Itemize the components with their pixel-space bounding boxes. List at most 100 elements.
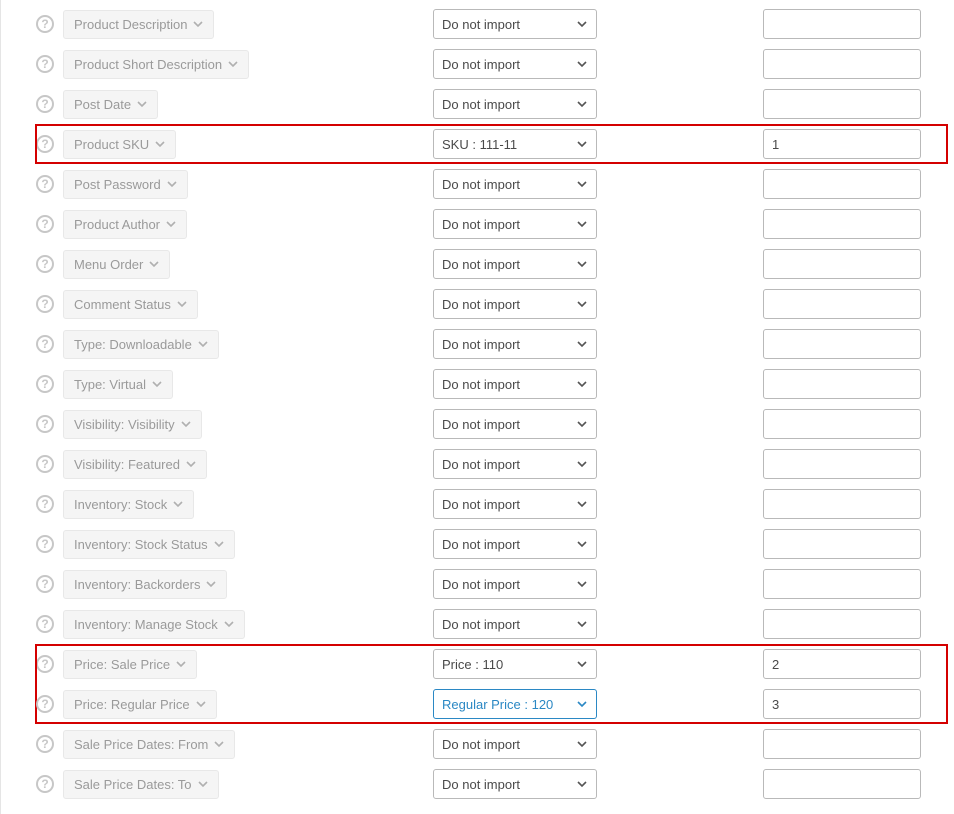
help-icon[interactable]: ? — [36, 655, 54, 673]
help-icon[interactable]: ? — [36, 695, 54, 713]
help-icon[interactable]: ? — [36, 375, 54, 393]
help-icon[interactable]: ? — [36, 335, 54, 353]
field-label-toggle[interactable]: Visibility: Visibility — [63, 410, 202, 439]
field-label-toggle[interactable]: Visibility: Featured — [63, 450, 207, 479]
mapping-select[interactable]: Do not import — [433, 49, 597, 79]
help-icon[interactable]: ? — [36, 495, 54, 513]
field-label-toggle[interactable]: Inventory: Stock Status — [63, 530, 235, 559]
mapping-value-input[interactable] — [763, 529, 921, 559]
mapping-row: ? Visibility: Visibility Do not import — [27, 404, 944, 444]
field-label-toggle[interactable]: Comment Status — [63, 290, 198, 319]
input-col — [763, 609, 921, 639]
field-label-toggle[interactable]: Post Date — [63, 90, 158, 119]
mapping-select-value: Regular Price : 120 — [442, 697, 553, 712]
help-icon[interactable]: ? — [36, 95, 54, 113]
mapping-select[interactable]: Do not import — [433, 489, 597, 519]
mapping-select[interactable]: Do not import — [433, 89, 597, 119]
help-icon[interactable]: ? — [36, 735, 54, 753]
mapping-select[interactable]: Price : 110 — [433, 649, 597, 679]
mapping-value-input[interactable] — [763, 89, 921, 119]
mapping-value-input[interactable] — [763, 129, 921, 159]
field-label-toggle[interactable]: Product Author — [63, 210, 187, 239]
mapping-select[interactable]: Do not import — [433, 369, 597, 399]
field-label-toggle[interactable]: Inventory: Stock — [63, 490, 194, 519]
field-label-toggle[interactable]: Menu Order — [63, 250, 170, 279]
field-label-toggle[interactable]: Price: Regular Price — [63, 690, 217, 719]
mapping-select[interactable]: SKU : 111-11 — [433, 129, 597, 159]
mapping-select[interactable]: Do not import — [433, 529, 597, 559]
field-label-toggle[interactable]: Type: Downloadable — [63, 330, 219, 359]
mapping-select[interactable]: Do not import — [433, 209, 597, 239]
mapping-value-input[interactable] — [763, 329, 921, 359]
mapping-value-input[interactable] — [763, 569, 921, 599]
mapping-value-input[interactable] — [763, 649, 921, 679]
mapping-select[interactable]: Do not import — [433, 409, 597, 439]
mapping-value-input[interactable] — [763, 609, 921, 639]
mapping-value-input[interactable] — [763, 249, 921, 279]
help-icon[interactable]: ? — [36, 15, 54, 33]
chevron-down-icon — [576, 298, 588, 310]
help-col: ? — [27, 455, 63, 473]
field-label-toggle[interactable]: Type: Virtual — [63, 370, 173, 399]
mapping-row: ? Inventory: Stock Status Do not import — [27, 524, 944, 564]
field-label-text: Product SKU — [74, 137, 149, 152]
field-label-toggle[interactable]: Inventory: Backorders — [63, 570, 227, 599]
mapping-select[interactable]: Do not import — [433, 449, 597, 479]
label-col: Inventory: Stock Status — [63, 530, 433, 559]
field-label-text: Type: Downloadable — [74, 337, 192, 352]
mapping-value-input[interactable] — [763, 9, 921, 39]
field-label-toggle[interactable]: Product SKU — [63, 130, 176, 159]
input-col — [763, 729, 921, 759]
mapping-value-input[interactable] — [763, 689, 921, 719]
mapping-select[interactable]: Do not import — [433, 569, 597, 599]
help-icon[interactable]: ? — [36, 535, 54, 553]
mapping-value-input[interactable] — [763, 729, 921, 759]
help-icon[interactable]: ? — [36, 575, 54, 593]
field-label-toggle[interactable]: Post Password — [63, 170, 188, 199]
select-col: Price : 110 — [433, 649, 763, 679]
help-icon[interactable]: ? — [36, 775, 54, 793]
help-icon[interactable]: ? — [36, 615, 54, 633]
mapping-value-input[interactable] — [763, 409, 921, 439]
mapping-select[interactable]: Do not import — [433, 169, 597, 199]
input-col — [763, 689, 921, 719]
field-label-toggle[interactable]: Inventory: Manage Stock — [63, 610, 245, 639]
field-label-toggle[interactable]: Sale Price Dates: From — [63, 730, 235, 759]
field-label-toggle[interactable]: Sale Price Dates: To — [63, 770, 219, 799]
mapping-row: ? Comment Status Do not import — [27, 284, 944, 324]
mapping-value-input[interactable] — [763, 369, 921, 399]
label-col: Product Short Description — [63, 50, 433, 79]
help-icon[interactable]: ? — [36, 55, 54, 73]
input-col — [763, 329, 921, 359]
mapping-value-input[interactable] — [763, 169, 921, 199]
help-icon[interactable]: ? — [36, 415, 54, 433]
field-label-toggle[interactable]: Product Short Description — [63, 50, 249, 79]
mapping-value-input[interactable] — [763, 209, 921, 239]
mapping-value-input[interactable] — [763, 489, 921, 519]
mapping-select[interactable]: Regular Price : 120 — [433, 689, 597, 719]
select-col: Do not import — [433, 769, 763, 799]
mapping-select[interactable]: Do not import — [433, 289, 597, 319]
mapping-select[interactable]: Do not import — [433, 249, 597, 279]
mapping-value-input[interactable] — [763, 49, 921, 79]
mapping-select[interactable]: Do not import — [433, 609, 597, 639]
mapping-value-input[interactable] — [763, 769, 921, 799]
mapping-select[interactable]: Do not import — [433, 329, 597, 359]
help-icon[interactable]: ? — [36, 135, 54, 153]
help-icon[interactable]: ? — [36, 255, 54, 273]
help-col: ? — [27, 575, 63, 593]
field-label-toggle[interactable]: Product Description — [63, 10, 214, 39]
select-col: Do not import — [433, 49, 763, 79]
help-icon[interactable]: ? — [36, 295, 54, 313]
mapping-select[interactable]: Do not import — [433, 729, 597, 759]
mapping-select[interactable]: Do not import — [433, 769, 597, 799]
help-icon[interactable]: ? — [36, 455, 54, 473]
chevron-down-icon — [167, 179, 177, 189]
help-icon[interactable]: ? — [36, 215, 54, 233]
mapping-value-input[interactable] — [763, 289, 921, 319]
chevron-down-icon — [576, 178, 588, 190]
field-label-toggle[interactable]: Price: Sale Price — [63, 650, 197, 679]
mapping-value-input[interactable] — [763, 449, 921, 479]
mapping-select[interactable]: Do not import — [433, 9, 597, 39]
help-icon[interactable]: ? — [36, 175, 54, 193]
